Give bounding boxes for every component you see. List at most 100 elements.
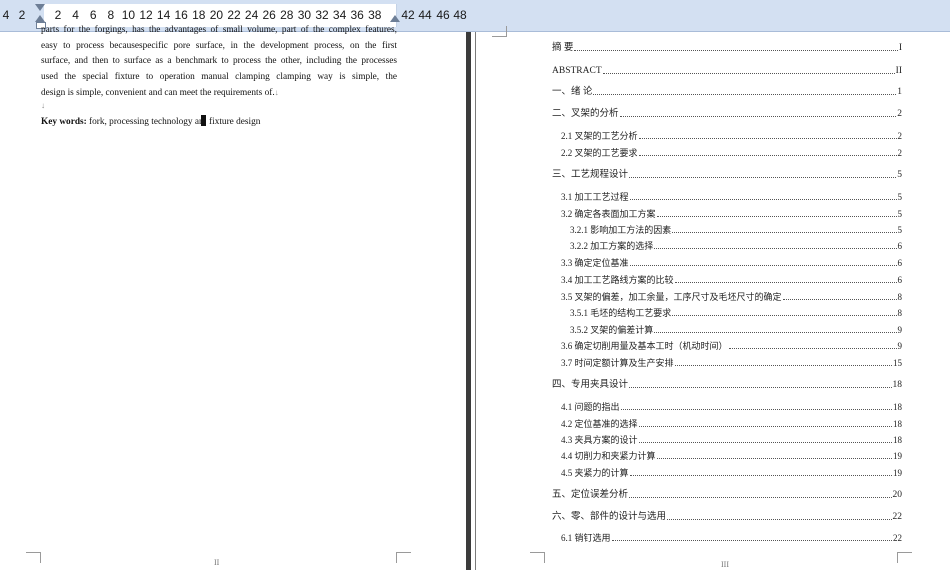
- toc-entry-page: 19: [893, 451, 902, 461]
- toc-entry-page: 18: [892, 380, 903, 390]
- toc-entry-page: 6: [897, 241, 903, 251]
- page-number: III: [721, 560, 729, 569]
- toc-entry[interactable]: 2.1 叉架的工艺分析 2: [561, 130, 902, 142]
- document-page-left[interactable]: parts for the forgings, has the advantag…: [0, 25, 464, 570]
- keywords-text: fork, processing technology an: [86, 117, 204, 127]
- toc-entry[interactable]: 6.1 销钉选用 22: [561, 532, 902, 544]
- keywords-text: fixture design: [206, 117, 261, 127]
- toc-leader-dots: [602, 72, 895, 74]
- ruler-label: 2: [54, 8, 62, 22]
- paragraph-mark: ↓: [41, 100, 45, 110]
- toc-entry[interactable]: 三、工艺规程设计 5: [552, 169, 902, 181]
- toc-entry[interactable]: 3.5.1 毛坯的结构工艺要求 8: [570, 307, 902, 319]
- toc-entry-title: 4.1 问题的指出: [561, 402, 620, 412]
- ruler-label: 2: [18, 8, 26, 22]
- document-page-right[interactable]: 摘 要 I ABSTRACT II 一、绪 论 1 二、叉架的分析 2 2.1 叉架的工艺分析 2…: [477, 26, 950, 570]
- abstract-line: used the special fixture to operation ma…: [41, 71, 397, 82]
- toc-entry[interactable]: 4.4 切削力和夹紧力计算 19: [561, 450, 902, 462]
- toc-leader-dots: [656, 457, 892, 459]
- toc-entry-page: 18: [893, 402, 902, 412]
- right-indent-marker[interactable]: [390, 15, 400, 22]
- toc-leader-dots: [611, 539, 892, 541]
- toc-entry-title: 3.7 时间定额计算及生产安排: [561, 358, 674, 368]
- ruler-label: 34: [332, 8, 347, 22]
- toc-leader-dots: [654, 331, 897, 333]
- page-edge: [475, 32, 476, 570]
- toc-entry-page: 5: [897, 225, 903, 235]
- ruler-label: 8: [107, 8, 115, 22]
- toc-entry[interactable]: 3.2 确定各表面加工方案 5: [561, 208, 902, 220]
- toc-entry-page: 18: [893, 435, 902, 445]
- toc-entry[interactable]: 4.5 夹紧力的计算 19: [561, 467, 902, 479]
- toc-leader-dots: [672, 231, 897, 233]
- page-corner-mark: [492, 26, 507, 37]
- toc-leader-dots: [629, 198, 897, 200]
- toc-entry-title: 三、工艺规程设计: [552, 170, 629, 180]
- toc-entry-page: 8: [897, 308, 903, 318]
- toc-leader-dots: [629, 176, 897, 178]
- toc-entry-page: 20: [892, 490, 903, 500]
- toc-entry[interactable]: 四、专用夹具设计 18: [552, 379, 902, 391]
- ruler-label: 10: [121, 8, 136, 22]
- toc-entry[interactable]: 3.5.2 叉架的偏差计算 9: [570, 324, 902, 336]
- toc-leader-dots: [667, 518, 892, 520]
- toc-entry[interactable]: 3.3 确定定位基准 6: [561, 257, 902, 269]
- toc-entry-title: 六、零、部件的设计与选用: [552, 512, 667, 522]
- abstract-paragraph[interactable]: parts for the forgings, has the advantag…: [41, 23, 397, 110]
- toc-entry[interactable]: 3.6 确定切削用量及基本工时（机动时间） 9: [561, 340, 902, 352]
- toc-leader-dots: [638, 154, 897, 156]
- toc-entry-page: 22: [893, 533, 902, 543]
- page-corner-mark: [396, 552, 411, 563]
- toc-entry-title: 2.2 叉架的工艺要求: [561, 148, 638, 158]
- text-cursor: [200, 115, 206, 126]
- paragraph-mark: ↓: [274, 88, 279, 97]
- hanging-indent-marker[interactable]: [35, 15, 45, 22]
- page-number: II: [214, 558, 220, 567]
- toc-entry[interactable]: 一、绪 论 1: [552, 86, 902, 98]
- toc-entry[interactable]: 六、零、部件的设计与选用 22: [552, 511, 902, 523]
- toc-entry-title: 五、定位误差分析: [552, 490, 629, 500]
- abstract-line: easy to process becausespecific pore sur…: [41, 40, 397, 51]
- toc-entry[interactable]: 二、叉架的分析 2: [552, 108, 902, 120]
- toc-entry[interactable]: 3.1 加工工艺过程 5: [561, 191, 902, 203]
- toc-entry-title: 4.2 定位基准的选择: [561, 419, 638, 429]
- toc-entry[interactable]: 3.5 叉架的偏差，加工余量，工序尺寸及毛坯尺寸的确定 8: [561, 291, 902, 303]
- ruler-label: 4: [2, 8, 10, 22]
- ruler-label: 6: [89, 8, 97, 22]
- toc-entry-page: 1: [897, 87, 902, 97]
- toc-entry[interactable]: 3.4 加工工艺路线方案的比较 6: [561, 274, 902, 286]
- ruler-label: 4: [72, 8, 79, 22]
- toc-leader-dots: [654, 247, 897, 249]
- ruler-label: 30: [297, 8, 312, 22]
- toc-entry[interactable]: 4.1 问题的指出 18: [561, 401, 902, 413]
- toc-entry-page: 2: [897, 148, 903, 158]
- toc-entry[interactable]: 4.3 夹具方案的设计 18: [561, 434, 902, 446]
- ruler-label: 26: [262, 8, 276, 22]
- toc-entry[interactable]: 五、定位误差分析 20: [552, 489, 902, 501]
- keywords-line[interactable]: Key words: fork, processing technology a…: [41, 115, 260, 127]
- toc-entry-title: 3.5.2 叉架的偏差计算: [570, 325, 654, 335]
- toc-leader-dots: [728, 347, 897, 349]
- ruler-label: 18: [192, 8, 206, 22]
- toc-entry[interactable]: 3.2.2 加工方案的选择 6: [570, 240, 902, 252]
- ruler-label: 16: [174, 8, 188, 22]
- toc-entry-page: 2: [897, 109, 902, 119]
- toc-entry[interactable]: 4.2 定位基准的选择 18: [561, 418, 902, 430]
- toc-leader-dots: [674, 364, 892, 366]
- toc-leader-dots: [629, 386, 892, 388]
- toc-entry[interactable]: 摘 要I: [552, 42, 902, 54]
- toc-entry-title: 摘 要: [552, 43, 574, 53]
- toc-entry[interactable]: 3.2.1 影响加工方法的因素 5: [570, 224, 902, 236]
- first-line-indent-marker[interactable]: [35, 4, 45, 11]
- ruler-label: 44: [418, 8, 432, 22]
- toc-leader-dots: [782, 298, 897, 300]
- toc-entry-title: 3.2.2 加工方案的选择: [570, 241, 654, 251]
- toc-entry[interactable]: ABSTRACT II: [552, 65, 902, 77]
- toc-entry[interactable]: 2.2 叉架的工艺要求 2: [561, 147, 902, 159]
- abstract-line: parts for the forgings, has the advantag…: [41, 25, 397, 35]
- ruler-label: 46: [436, 8, 450, 22]
- toc-entry-title: 6.1 销钉选用: [561, 533, 611, 543]
- toc-entry[interactable]: 3.7 时间定额计算及生产安排 15: [561, 357, 902, 369]
- toc-entry-page: 6: [897, 275, 903, 285]
- toc-entry-page: 2: [897, 131, 903, 141]
